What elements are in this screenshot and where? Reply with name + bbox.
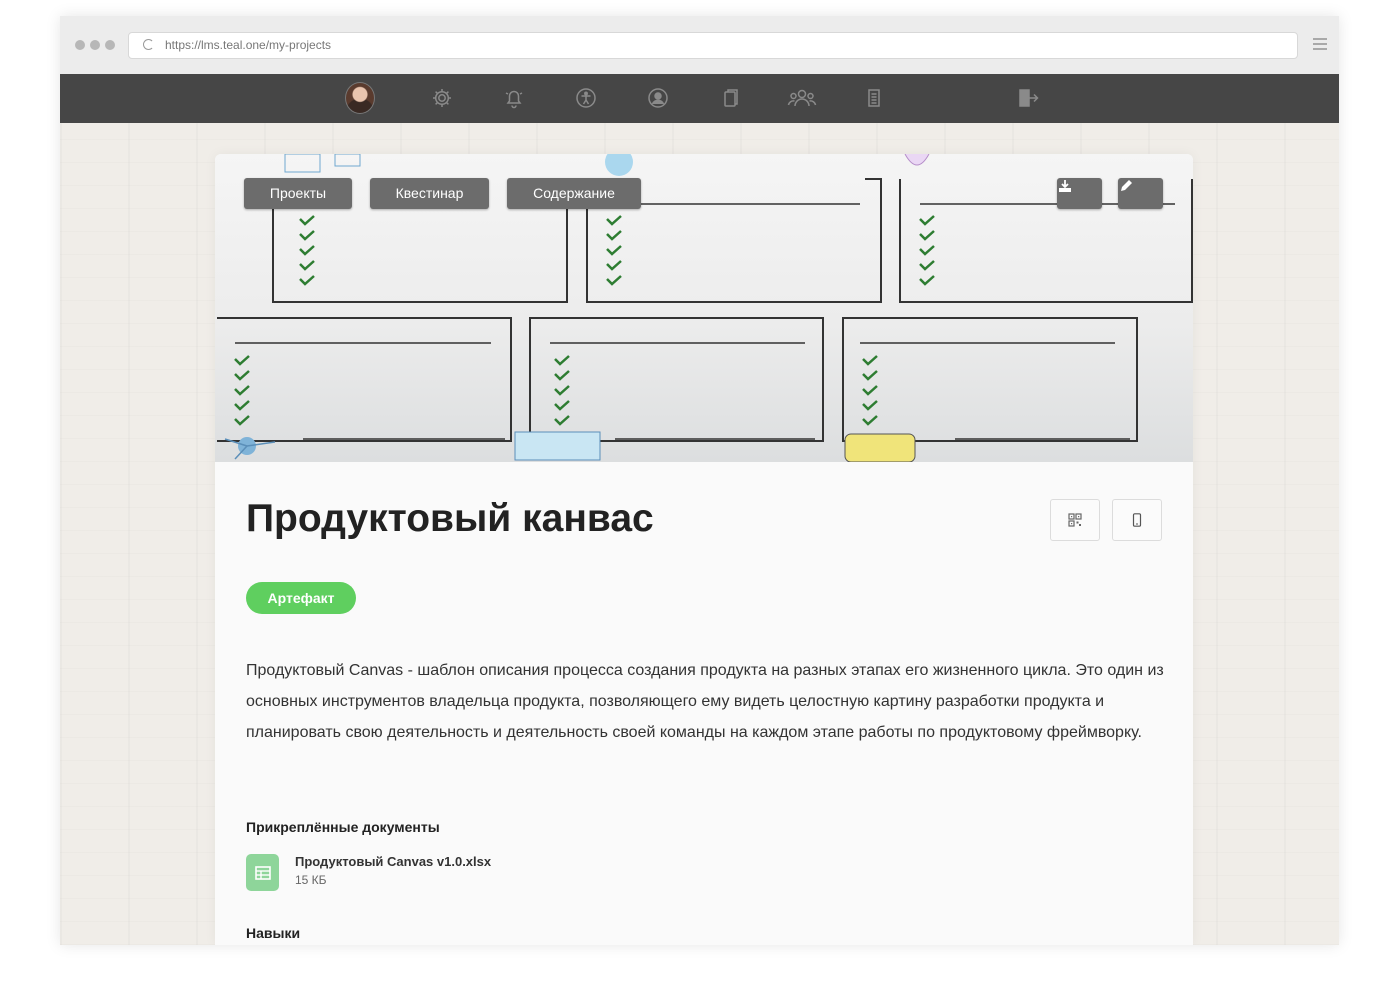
mobile-icon (1132, 513, 1142, 527)
app-navbar (60, 74, 1339, 123)
url-text[interactable]: https://lms.teal.one/my-projects (165, 38, 331, 52)
browser-window: https://lms.teal.one/my-projects Проекты… (60, 16, 1339, 945)
avatar[interactable] (345, 82, 375, 114)
download-button[interactable] (1057, 178, 1102, 209)
project-description: Продуктовый Canvas - шаблон описания про… (246, 662, 1164, 741)
browser-toolbar: https://lms.teal.one/my-projects (60, 16, 1339, 75)
users-icon[interactable] (787, 83, 817, 113)
bell-icon[interactable] (499, 83, 529, 113)
qr-code-button[interactable] (1050, 499, 1100, 541)
nav-avatar[interactable] (345, 82, 375, 114)
browser-menu-icon[interactable] (1313, 38, 1327, 53)
document-icon[interactable] (859, 83, 889, 113)
mobile-button[interactable] (1112, 499, 1162, 541)
page-content: Проекты Квестинар Содержание Продуктовый… (60, 123, 1339, 945)
download-icon (1059, 180, 1071, 192)
questinar-button[interactable]: Квестинар (370, 178, 489, 209)
window-controls (75, 40, 115, 50)
attachment-item[interactable]: Продуктовый Canvas v1.0.xlsx 15 КБ (246, 852, 546, 894)
page-title: Продуктовый канвас (246, 497, 654, 540)
gear-icon[interactable] (427, 83, 457, 113)
minimize-dot[interactable] (90, 40, 100, 50)
accessibility-icon[interactable] (571, 83, 601, 113)
attachment-size: 15 КБ (295, 873, 327, 887)
address-bar[interactable]: https://lms.teal.one/my-projects (128, 32, 1298, 59)
edit-icon (1121, 180, 1132, 191)
attachments-heading: Прикреплённые документы (246, 819, 440, 835)
hero-image: Проекты Квестинар Содержание (215, 154, 1193, 462)
status-badge: Артефакт (246, 582, 356, 614)
canvas-illustration (217, 154, 1193, 462)
user-circle-icon[interactable] (643, 83, 673, 113)
skills-heading: Навыки (246, 925, 301, 941)
content-button[interactable]: Содержание (507, 178, 641, 209)
qr-code-icon (1068, 513, 1082, 527)
close-dot[interactable] (75, 40, 85, 50)
projects-button[interactable]: Проекты (244, 178, 352, 209)
edit-button[interactable] (1118, 178, 1163, 209)
copy-icon[interactable] (715, 83, 745, 113)
spreadsheet-icon (246, 854, 279, 891)
maximize-dot[interactable] (105, 40, 115, 50)
project-card: Проекты Квестинар Содержание Продуктовый… (215, 154, 1193, 945)
logout-icon[interactable] (1013, 83, 1043, 113)
reload-icon[interactable] (143, 39, 154, 50)
attachment-name[interactable]: Продуктовый Canvas v1.0.xlsx (295, 854, 491, 869)
